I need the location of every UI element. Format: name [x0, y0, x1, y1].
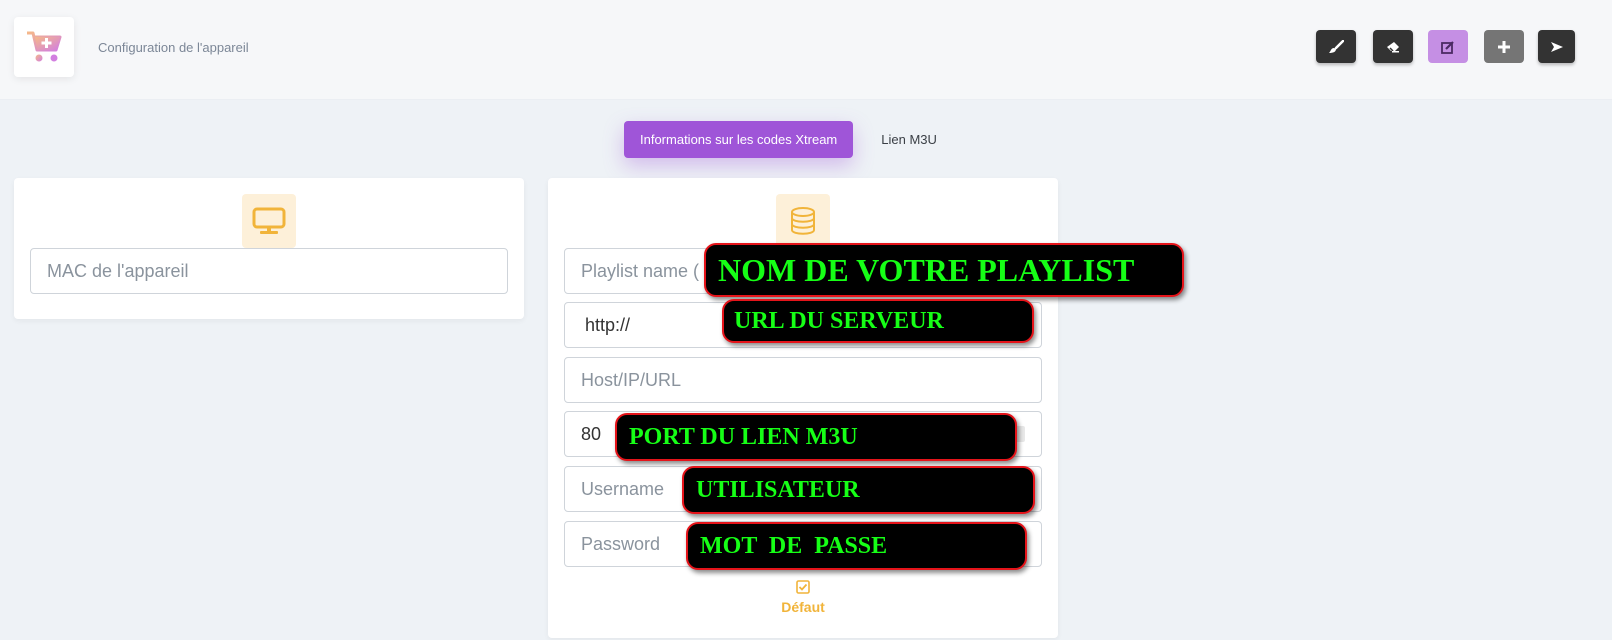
annotation-playlist: NOM DE VOTRE PLAYLIST [704, 243, 1184, 297]
cart-plus-icon [27, 31, 62, 62]
annotation-port: PORT DU LIEN M3U [615, 413, 1017, 461]
database-icon [791, 207, 815, 235]
edit-button[interactable] [1428, 30, 1468, 63]
port-value: 80 [581, 423, 602, 444]
device-card: MAC de l'appareil [14, 178, 524, 319]
monitor-icon [252, 207, 286, 234]
annotation-user: UTILISATEUR [682, 466, 1035, 514]
device-icon-box [242, 194, 296, 248]
checkbox-checked-icon [796, 580, 810, 594]
logo[interactable] [14, 17, 74, 77]
brush-button[interactable] [1316, 30, 1356, 63]
app-header: Configuration de l'appareil [0, 0, 1612, 100]
brush-icon [1329, 39, 1344, 53]
database-icon-box [776, 194, 830, 248]
default-toggle[interactable]: Défaut [548, 580, 1058, 615]
tab-xtream-codes[interactable]: Informations sur les codes Xtream [624, 121, 854, 158]
tab-bar: Informations sur les codes Xtream Lien M… [624, 121, 937, 158]
send-button[interactable] [1538, 30, 1575, 63]
tab-m3u-link[interactable]: Lien M3U [881, 132, 937, 147]
default-label: Défaut [781, 599, 825, 615]
edit-icon [1441, 40, 1454, 54]
eraser-button[interactable] [1373, 30, 1413, 63]
annotation-password: MOT DE PASSE [686, 522, 1027, 570]
send-icon [1550, 41, 1563, 52]
host-input[interactable]: Host/IP/URL [564, 357, 1042, 403]
add-button[interactable] [1484, 30, 1524, 63]
eraser-icon [1387, 41, 1399, 52]
page-title: Configuration de l'appareil [98, 40, 249, 55]
plus-icon [1498, 40, 1510, 53]
annotation-server-url: URL DU SERVEUR [722, 299, 1034, 343]
mac-address-input[interactable]: MAC de l'appareil [30, 248, 508, 294]
